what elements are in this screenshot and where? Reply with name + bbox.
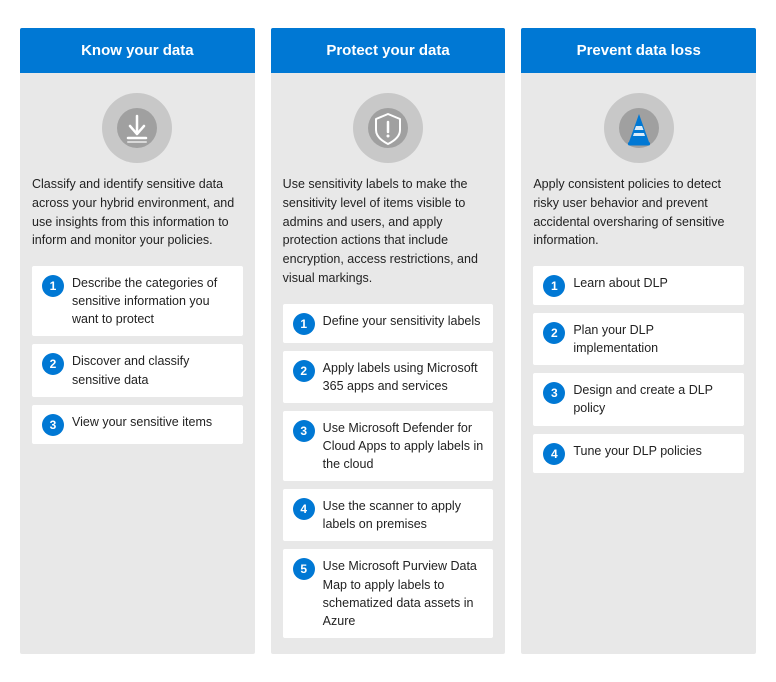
know-step-1[interactable]: 1 Describe the categories of sensitive i… [32,266,243,336]
protect-step-5-num: 5 [293,558,315,580]
know-header: Know your data [20,28,255,73]
know-icon-svg [115,106,159,150]
know-step-2-num: 2 [42,353,64,375]
know-step-3[interactable]: 3 View your sensitive items [32,405,243,444]
protect-step-3[interactable]: 3 Use Microsoft Defender for Cloud Apps … [283,411,494,481]
protect-icon-area [283,93,494,163]
main-container: Know your data Classify and identify sen… [20,28,756,654]
prevent-step-1[interactable]: 1 Learn about DLP [533,266,744,305]
prevent-step-4-num: 4 [543,443,565,465]
know-description: Classify and identify sensitive data acr… [32,175,243,250]
prevent-step-1-num: 1 [543,275,565,297]
protect-step-4-text: Use the scanner to apply labels on premi… [323,497,484,533]
know-step-1-text: Describe the categories of sensitive inf… [72,274,233,328]
protect-step-2-num: 2 [293,360,315,382]
protect-step-2-text: Apply labels using Microsoft 365 apps an… [323,359,484,395]
prevent-step-3-text: Design and create a DLP policy [573,381,734,417]
know-step-3-text: View your sensitive items [72,413,212,431]
prevent-step-2-text: Plan your DLP implementation [573,321,734,357]
protect-header: Protect your data [271,28,506,73]
protect-icon [353,93,423,163]
prevent-step-3-num: 3 [543,382,565,404]
protect-icon-svg [366,106,410,150]
know-icon [102,93,172,163]
know-icon-area [32,93,243,163]
protect-step-1[interactable]: 1 Define your sensitivity labels [283,304,494,343]
protect-description: Use sensitivity labels to make the sensi… [283,175,494,288]
prevent-step-4[interactable]: 4 Tune your DLP policies [533,434,744,473]
prevent-step-2[interactable]: 2 Plan your DLP implementation [533,313,744,365]
prevent-step-4-text: Tune your DLP policies [573,442,702,460]
know-step-list: 1 Describe the categories of sensitive i… [32,266,243,444]
prevent-icon-svg [617,106,661,150]
prevent-header: Prevent data loss [521,28,756,73]
protect-step-3-num: 3 [293,420,315,442]
know-step-2-text: Discover and classify sensitive data [72,352,233,388]
prevent-data-loss-column: Prevent data loss [521,28,756,654]
protect-step-4[interactable]: 4 Use the scanner to apply labels on pre… [283,489,494,541]
prevent-step-2-num: 2 [543,322,565,344]
protect-step-list: 1 Define your sensitivity labels 2 Apply… [283,304,494,638]
prevent-step-1-text: Learn about DLP [573,274,668,292]
prevent-icon-area [533,93,744,163]
protect-step-1-num: 1 [293,313,315,335]
protect-step-5[interactable]: 5 Use Microsoft Purview Data Map to appl… [283,549,494,638]
know-step-1-num: 1 [42,275,64,297]
know-your-data-column: Know your data Classify and identify sen… [20,28,255,654]
know-step-3-num: 3 [42,414,64,436]
know-step-2[interactable]: 2 Discover and classify sensitive data [32,344,243,396]
protect-step-4-num: 4 [293,498,315,520]
prevent-step-3[interactable]: 3 Design and create a DLP policy [533,373,744,425]
prevent-icon [604,93,674,163]
protect-step-5-text: Use Microsoft Purview Data Map to apply … [323,557,484,630]
prevent-description: Apply consistent policies to detect risk… [533,175,744,250]
prevent-step-list: 1 Learn about DLP 2 Plan your DLP implem… [533,266,744,473]
protect-step-2[interactable]: 2 Apply labels using Microsoft 365 apps … [283,351,494,403]
protect-your-data-column: Protect your data Use sensitivity labels… [271,28,506,654]
protect-step-3-text: Use Microsoft Defender for Cloud Apps to… [323,419,484,473]
protect-step-1-text: Define your sensitivity labels [323,312,481,330]
